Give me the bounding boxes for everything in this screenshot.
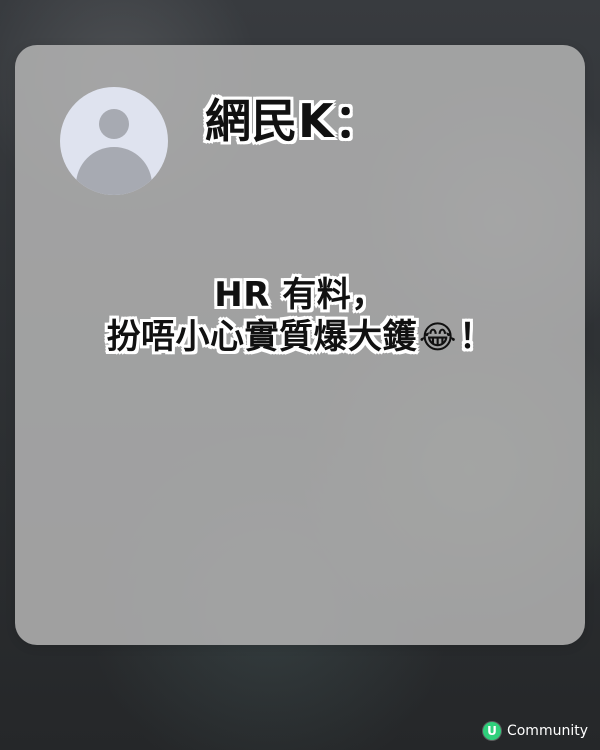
- post-text-line-2-text: 扮唔小心實質爆大鑊: [106, 317, 418, 357]
- laugh-cry-emoji-icon: 😂: [419, 318, 457, 356]
- avatar-icon: [60, 87, 168, 195]
- avatar-head-shape: [99, 109, 129, 139]
- brand-watermark: U Community: [482, 722, 588, 740]
- u-community-logo-icon: U: [482, 722, 501, 740]
- post-card: 網民K： HR 有料， 扮唔小心實質爆大鑊 😂 ！: [15, 45, 585, 645]
- post-text-line-1: HR 有料，: [214, 275, 386, 315]
- author-name: 網民K：: [205, 94, 381, 148]
- post-text-line-2: 扮唔小心實質爆大鑊 😂 ！: [25, 315, 575, 359]
- brand-text: Community: [506, 723, 588, 739]
- avatar-body-shape: [76, 147, 152, 195]
- post-text-line-2-punctuation: ！: [458, 317, 494, 357]
